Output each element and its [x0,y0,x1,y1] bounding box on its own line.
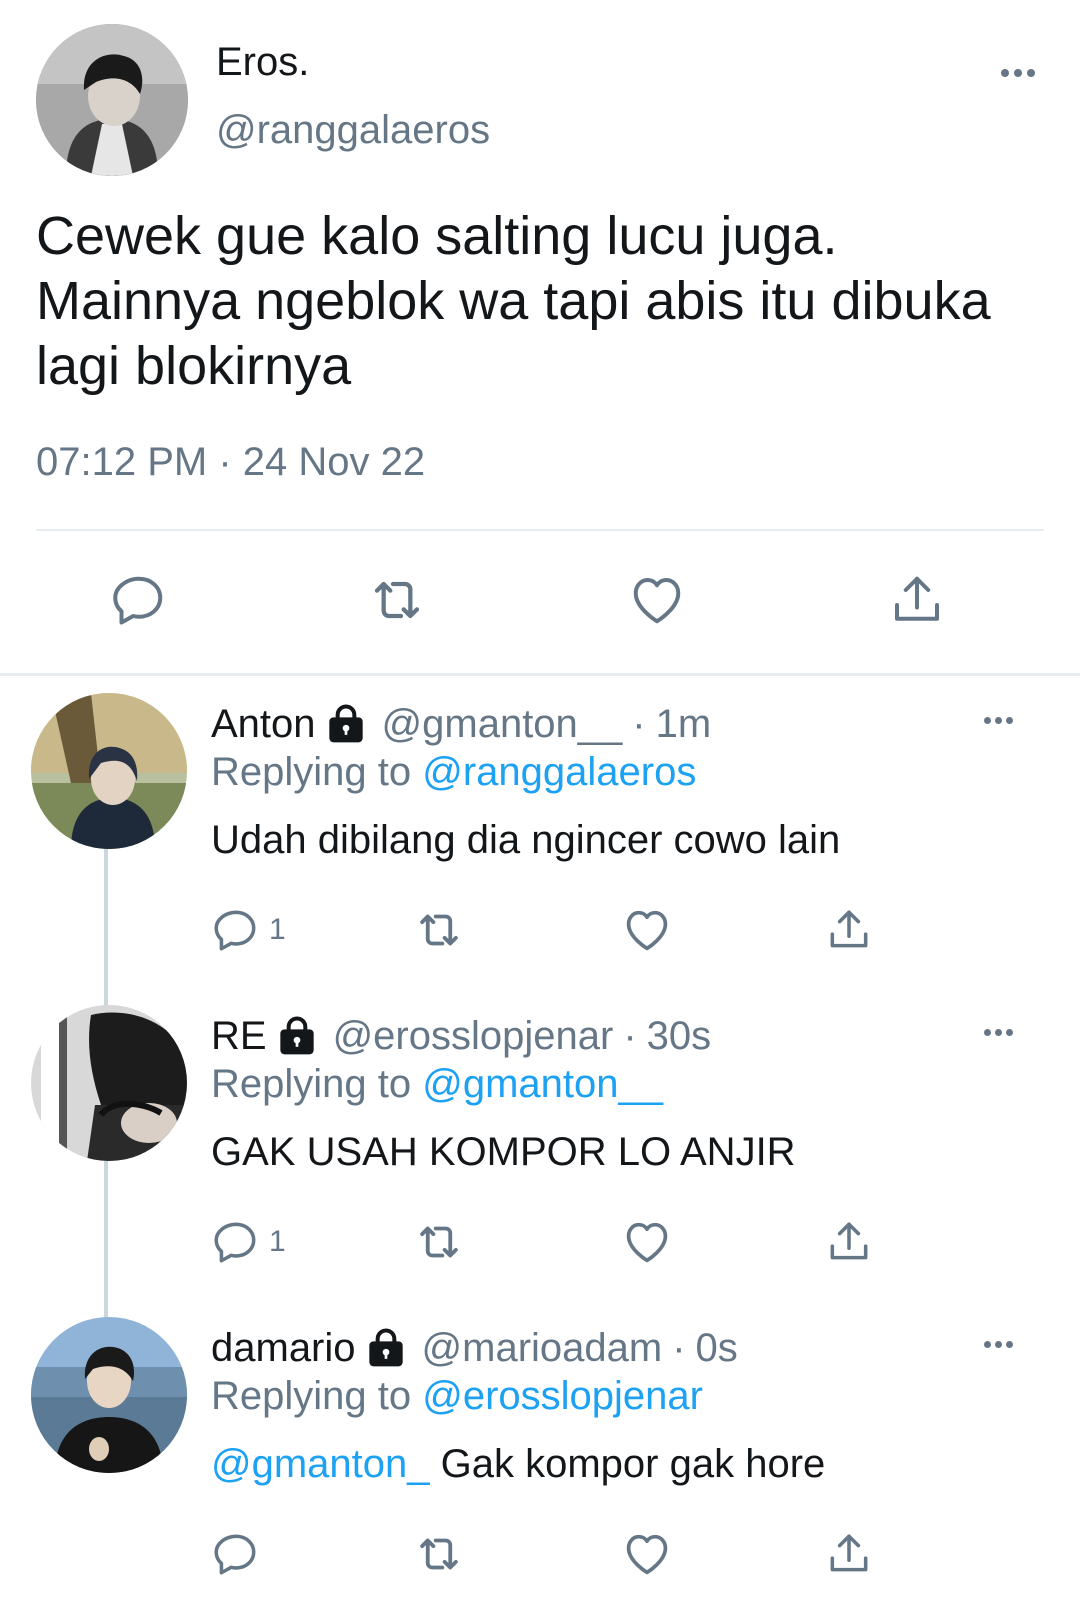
separator: · [623,1013,637,1058]
author-handle[interactable]: @ranggalaeros [216,108,490,153]
lock-icon [366,1328,406,1368]
separator: · [672,1325,686,1370]
divider [36,529,1044,531]
replying-to-label: Replying to [211,1062,412,1106]
reply-count: 1 [269,1225,286,1258]
share-icon[interactable] [824,1526,874,1582]
replying-to-label: Replying to [211,1374,412,1418]
avatar[interactable] [31,693,187,849]
more-icon[interactable] [978,1017,1018,1047]
reply-button[interactable]: 1 [211,902,286,958]
reply-time: 1m [655,701,712,746]
reply-author-name[interactable]: RE [211,1014,267,1059]
tweet-action-bar [0,565,1080,635]
retweet-icon[interactable] [412,902,466,958]
replying-to-handle[interactable]: @gmanton__ [422,1062,663,1106]
replying-to-label: Replying to [211,750,412,794]
reply-header: RE @erosslopjenar · 30s [211,1013,711,1059]
reply-action-bar [0,1526,1080,1582]
share-icon[interactable] [824,1214,874,1270]
reply-text: @gmanton_ Gak kompor gak hore [211,1442,825,1487]
reply-author-name[interactable]: damario [211,1326,356,1371]
more-icon[interactable] [996,58,1040,88]
like-icon[interactable] [621,902,673,958]
avatar[interactable] [31,1005,187,1161]
replying-to-handle[interactable]: @erosslopjenar [422,1374,703,1418]
reply-author-handle[interactable]: @marioadam [422,1326,663,1371]
tweet-detail-page: Eros. @ranggalaeros Cewek gue kalo salti… [0,0,1080,1605]
mention-link[interactable]: @gmanton_ [211,1442,430,1486]
author-name[interactable]: Eros. [216,40,309,85]
reply-time: 0s [695,1325,738,1370]
reply-author-name[interactable]: Anton [211,702,316,747]
more-icon[interactable] [978,705,1018,735]
retweet-icon[interactable] [412,1526,466,1582]
reply-header: damario @marioadam · 0s [211,1325,738,1371]
lock-icon [277,1016,317,1056]
reply-action-bar: 1 [0,902,1080,958]
reply-action-bar: 1 [0,1214,1080,1270]
reply-button[interactable] [211,1526,261,1582]
like-icon[interactable] [622,565,692,635]
replying-to: Replying to @gmanton__ [211,1062,663,1107]
reply-time: 30s [646,1013,712,1058]
divider [0,673,1080,676]
like-icon[interactable] [621,1526,673,1582]
reply-count: 1 [269,913,286,946]
share-icon[interactable] [882,565,952,635]
reply-icon [214,910,256,951]
reply-icon [214,1534,256,1575]
replying-to: Replying to @ranggalaeros [211,750,696,795]
reply-author-handle[interactable]: @erosslopjenar [333,1014,614,1059]
retweet-icon[interactable] [412,1214,466,1270]
reply-body: Gak kompor gak hore [440,1442,826,1486]
reply-text: Udah dibilang dia ngincer cowo lain [211,818,841,862]
avatar[interactable] [31,1317,187,1473]
reply-author-handle[interactable]: @gmanton__ [382,702,623,747]
separator: · [632,701,646,746]
lock-icon [326,704,366,744]
reply-icon [214,1222,256,1263]
reply-icon[interactable] [104,565,174,635]
replying-to: Replying to @erosslopjenar [211,1374,703,1419]
replying-to-handle[interactable]: @ranggalaeros [422,750,696,794]
share-icon[interactable] [824,902,874,958]
more-icon[interactable] [978,1329,1018,1359]
tweet-timestamp: 07:12 PM · 24 Nov 22 [36,440,426,484]
reply-header: Anton @gmanton__ · 1m [211,701,711,747]
reply-button[interactable]: 1 [211,1214,286,1270]
like-icon[interactable] [621,1214,673,1270]
author-avatar[interactable] [36,24,188,176]
tweet-text: Cewek gue kalo salting lucu juga. Mainny… [36,206,991,396]
retweet-icon[interactable] [362,565,432,635]
reply-text: GAK USAH KOMPOR LO ANJIR [211,1130,796,1174]
